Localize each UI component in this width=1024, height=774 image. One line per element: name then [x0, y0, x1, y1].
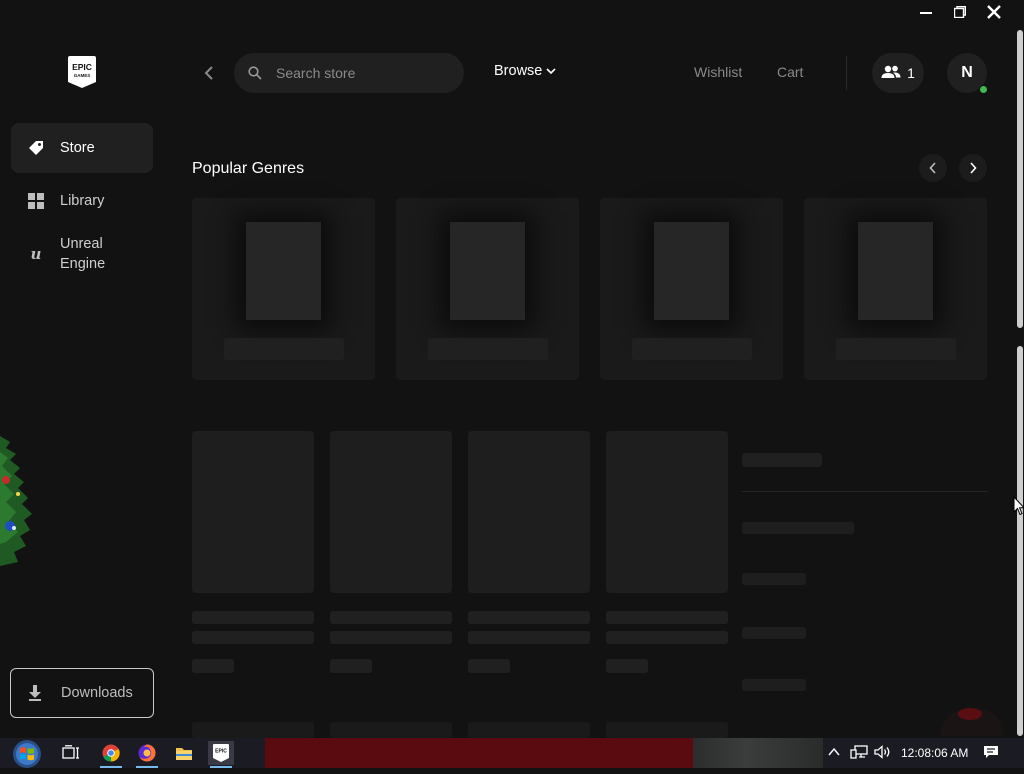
online-status-indicator: [979, 85, 988, 94]
taskbar-background-image: [693, 738, 823, 768]
tag-icon: [28, 140, 44, 156]
genre-label-placeholder: [224, 338, 344, 360]
game-card-placeholder[interactable]: [192, 431, 314, 593]
genre-card-placeholder[interactable]: [192, 198, 375, 380]
scrollbar-thumb[interactable]: [1017, 30, 1023, 328]
subtitle-placeholder: [606, 631, 728, 644]
next-row-placeholder: [192, 722, 314, 738]
genre-card-placeholder[interactable]: [396, 198, 579, 380]
price-placeholder: [330, 659, 372, 673]
price-placeholder: [606, 659, 648, 673]
genre-cover-placeholder: [246, 222, 321, 320]
sidebar-item-unreal-engine[interactable]: u Unreal Engine: [11, 226, 153, 282]
right-list-placeholder: [742, 573, 806, 585]
taskbar-background-image: [265, 738, 693, 768]
right-list-placeholder: [742, 627, 806, 639]
notifications-icon[interactable]: [983, 745, 999, 762]
grid-icon: [28, 193, 44, 209]
sidebar-item-label: Unreal Engine: [60, 236, 106, 272]
epic-games-taskbar-icon[interactable]: EPIC: [208, 741, 234, 768]
firefox-icon[interactable]: [134, 741, 160, 768]
browse-dropdown[interactable]: Browse: [494, 63, 556, 79]
sidebar-heading-placeholder: [742, 453, 822, 467]
carousel-next-button[interactable]: [959, 154, 987, 182]
task-view-icon[interactable]: [58, 741, 84, 765]
chrome-icon[interactable]: [98, 741, 124, 768]
svg-text:EPIC: EPIC: [72, 62, 92, 72]
window-controls: [914, 0, 1006, 24]
start-button[interactable]: [8, 739, 46, 769]
back-button[interactable]: [198, 62, 220, 84]
genre-label-placeholder: [632, 338, 752, 360]
sidebar-item-label: Store: [60, 140, 95, 156]
game-card-placeholder[interactable]: [468, 431, 590, 593]
title-placeholder: [192, 611, 314, 624]
genre-cover-placeholder: [654, 222, 729, 320]
close-icon[interactable]: [982, 1, 1006, 23]
cart-link[interactable]: Cart: [777, 64, 803, 80]
section-title: Popular Genres: [192, 160, 305, 177]
game-card-placeholder[interactable]: [606, 431, 728, 593]
right-column-divider: [742, 491, 988, 492]
title-placeholder: [330, 611, 452, 624]
genre-card-placeholder[interactable]: [600, 198, 783, 380]
scrollbar[interactable]: [1016, 26, 1024, 736]
sidebar: EPIC GAMES Store Library u Unreal Engine…: [0, 0, 165, 740]
next-row-placeholder: [468, 722, 590, 738]
search-icon: [248, 66, 262, 80]
game-card-placeholder[interactable]: [330, 431, 452, 593]
unreal-icon: u: [28, 246, 44, 262]
right-list-placeholder: [742, 679, 806, 691]
search-bar[interactable]: [234, 53, 464, 93]
volume-icon[interactable]: [874, 745, 892, 762]
price-placeholder: [468, 659, 510, 673]
friends-count: 1: [907, 65, 915, 81]
scrollbar-track-lower[interactable]: [1017, 346, 1023, 736]
restore-icon[interactable]: [948, 1, 972, 23]
friends-button[interactable]: 1: [872, 53, 924, 93]
next-row-placeholder: [606, 722, 728, 738]
svg-text:EPIC: EPIC: [215, 749, 227, 755]
browse-label: Browse: [494, 63, 543, 79]
taskbar: EPIC: [0, 738, 1024, 768]
downloads-label: Downloads: [61, 685, 133, 701]
wishlist-link[interactable]: Wishlist: [694, 64, 742, 80]
mouse-cursor-icon: [1013, 495, 1024, 516]
network-icon[interactable]: [850, 745, 868, 762]
genre-label-placeholder: [428, 338, 548, 360]
next-row-placeholder: [330, 722, 452, 738]
file-explorer-icon[interactable]: [171, 741, 197, 765]
carousel-prev-button[interactable]: [919, 154, 947, 182]
genre-cover-placeholder: [450, 222, 525, 320]
chevron-down-icon: [546, 63, 556, 79]
friends-icon: [881, 65, 901, 82]
avatar-initial: N: [961, 64, 973, 81]
subtitle-placeholder: [192, 631, 314, 644]
genre-card-placeholder[interactable]: [804, 198, 987, 380]
subtitle-placeholder: [468, 631, 590, 644]
subtitle-placeholder: [330, 631, 452, 644]
genre-label-placeholder: [836, 338, 956, 360]
sidebar-item-library[interactable]: Library: [11, 176, 153, 226]
show-hidden-icons-icon[interactable]: [827, 745, 841, 762]
epic-games-logo[interactable]: EPIC GAMES: [68, 56, 96, 88]
genre-cover-placeholder: [858, 222, 933, 320]
svg-text:u: u: [31, 246, 42, 262]
search-input[interactable]: [274, 64, 448, 82]
desktop-decoration: [900, 700, 1010, 736]
christmas-tree-decoration: [0, 432, 34, 566]
downloads-button[interactable]: Downloads: [10, 668, 154, 718]
title-placeholder: [606, 611, 728, 624]
title-placeholder: [468, 611, 590, 624]
sidebar-item-store[interactable]: Store: [11, 123, 153, 173]
right-list-placeholder: [742, 522, 854, 534]
minimize-icon[interactable]: [914, 1, 938, 23]
download-icon: [27, 685, 43, 701]
taskbar-clock[interactable]: 12:08:06 AM: [901, 746, 968, 760]
svg-text:GAMES: GAMES: [74, 73, 91, 78]
sidebar-item-label: Library: [60, 193, 105, 209]
price-placeholder: [192, 659, 234, 673]
topbar-divider: [846, 56, 847, 90]
